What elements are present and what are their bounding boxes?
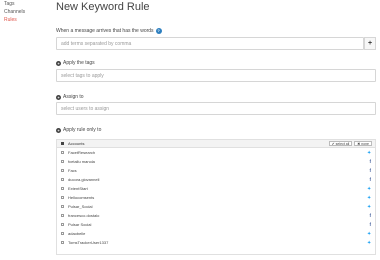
sidebar-item-channels[interactable]: Channels	[4, 8, 44, 16]
assign-input-box[interactable]	[56, 102, 376, 115]
plus-circle-icon: +	[56, 60, 61, 66]
twitter-icon: ✦	[367, 150, 371, 155]
account-row[interactable]: francesco.dostalo f	[57, 211, 375, 220]
account-name: Facs	[68, 168, 77, 173]
account-row[interactable]: adaobelle ✦	[57, 229, 375, 238]
facebook-icon: f	[369, 177, 372, 182]
keywords-label: When a message arrives that has the word…	[56, 28, 162, 34]
tags-input-box[interactable]	[56, 69, 376, 82]
account-row[interactable]: FacetResearch ✦	[57, 148, 375, 157]
sidebar-nav: Tags Channels Rules	[4, 0, 44, 24]
accounts-panel: Accounts ✔ select all ✖ none FacetResear…	[56, 139, 376, 255]
account-name: TomsTrackerUser1337	[68, 240, 109, 245]
twitter-icon: ✦	[367, 204, 371, 209]
account-name: Pulsar_Social	[68, 204, 93, 209]
sidebar-item-rules[interactable]: Rules	[4, 16, 44, 24]
account-checkbox[interactable]	[61, 214, 64, 217]
twitter-icon: ✦	[367, 240, 371, 245]
select-none-label: none	[361, 142, 369, 146]
add-keyword-button[interactable]: +	[364, 37, 376, 50]
account-name: FacetResearch	[68, 150, 96, 155]
account-row[interactable]: Facs f	[57, 166, 375, 175]
facebook-icon: f	[369, 168, 372, 173]
select-all-button[interactable]: ✔ select all	[328, 141, 353, 146]
apply-rule-label-text: Apply rule only to	[63, 127, 102, 133]
accounts-header-label: Accounts	[68, 141, 85, 146]
keywords-input-box[interactable]	[56, 37, 364, 50]
account-row[interactable]: Hellocomsents ✦	[57, 193, 375, 202]
account-name: Hellocomsents	[68, 195, 95, 200]
account-name: francesco.dostalo	[68, 213, 100, 218]
help-icon[interactable]: ?	[155, 28, 162, 34]
account-checkbox[interactable]	[61, 151, 64, 154]
sidebar-item-tags[interactable]: Tags	[4, 0, 44, 8]
account-checkbox[interactable]	[61, 169, 64, 172]
account-row[interactable]: ducora.giovannell f	[57, 175, 375, 184]
select-none-button[interactable]: ✖ none	[354, 141, 372, 146]
apply-tags-label-text: Apply the tags	[63, 60, 95, 66]
account-name: Pulsar Social	[68, 222, 92, 227]
plus-circle-icon: +	[56, 94, 61, 100]
facebook-icon: f	[369, 213, 372, 218]
account-checkbox[interactable]	[61, 160, 64, 163]
account-row[interactable]: fcetallu manola f	[57, 157, 375, 166]
assign-label-text: Assign to	[63, 94, 84, 100]
plus-circle-icon: +	[56, 127, 61, 133]
account-row[interactable]: ExtentStart ✦	[57, 184, 375, 193]
accounts-header: Accounts ✔ select all ✖ none	[57, 140, 375, 148]
facebook-icon: f	[369, 159, 372, 164]
tags-input[interactable]	[61, 72, 375, 79]
page-title: New Keyword Rule	[56, 1, 150, 13]
assign-label: + Assign to	[56, 94, 84, 100]
account-checkbox[interactable]	[61, 178, 64, 181]
account-name: adaobelle	[68, 231, 86, 236]
twitter-icon: ✦	[367, 195, 371, 200]
facebook-icon: f	[369, 222, 372, 227]
account-checkbox[interactable]	[61, 241, 64, 244]
keywords-input[interactable]	[61, 40, 363, 47]
account-name: ducora.giovannell	[68, 177, 100, 182]
account-row[interactable]: Pulsar Social f	[57, 220, 375, 229]
accounts-header-actions: ✔ select all ✖ none	[328, 141, 372, 146]
account-name: ExtentStart	[68, 186, 88, 191]
assign-input[interactable]	[61, 105, 375, 112]
account-list: FacetResearch ✦ fcetallu manola f Facs f ducor…	[57, 148, 375, 247]
account-row[interactable]: TomsTrackerUser1337 ✦	[57, 238, 375, 247]
apply-rule-label: + Apply rule only to	[56, 127, 101, 133]
apply-tags-label: + Apply the tags	[56, 60, 95, 66]
account-row[interactable]: Pulsar_Social ✦	[57, 202, 375, 211]
keywords-label-text: When a message arrives that has the word…	[56, 28, 154, 34]
account-checkbox[interactable]	[61, 232, 64, 235]
account-checkbox[interactable]	[61, 187, 64, 190]
account-checkbox[interactable]	[61, 205, 64, 208]
twitter-icon: ✦	[367, 231, 371, 236]
account-checkbox[interactable]	[61, 223, 64, 226]
select-all-label: select all	[335, 142, 350, 146]
accounts-master-checkbox[interactable]	[61, 142, 64, 145]
account-name: fcetallu manola	[68, 159, 95, 164]
account-checkbox[interactable]	[61, 196, 64, 199]
twitter-icon: ✦	[367, 186, 371, 191]
